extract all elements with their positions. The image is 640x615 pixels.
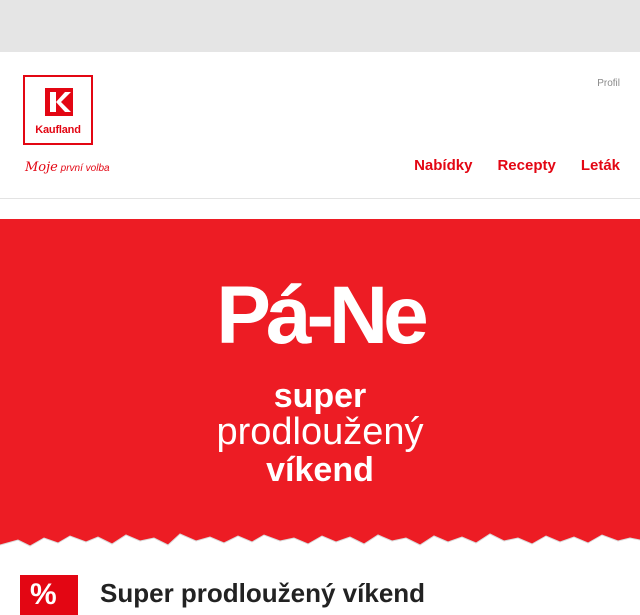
percent-symbol: % [30, 578, 57, 611]
browser-top-strip [0, 0, 640, 52]
logo-wordmark: Kaufland [35, 124, 81, 136]
nav-item-recepty[interactable]: Recepty [497, 157, 555, 174]
torn-paper-edge [0, 533, 640, 559]
main-nav: Nabídky Recepty Leták [414, 157, 620, 174]
site-header: Kaufland Moje první volba Profil Nabídky… [0, 52, 640, 199]
kaufland-k-icon [45, 88, 73, 116]
profile-link[interactable]: Profil [597, 78, 620, 89]
nav-item-nabidky[interactable]: Nabídky [414, 157, 472, 174]
hero-line-prodlouzeny: prodloužený [216, 411, 424, 453]
hero-line-vikend: víkend [266, 451, 374, 489]
brand-tagline: Moje první volba [25, 160, 110, 175]
hero-banner[interactable]: Pá-Ne super prodloužený víkend [0, 219, 640, 549]
nav-item-letak[interactable]: Leták [581, 157, 620, 174]
hero-line-super: super [273, 377, 367, 415]
kaufland-logo[interactable]: Kaufland [23, 75, 93, 145]
percent-badge-icon: % [20, 575, 78, 615]
tagline-script: Moje [25, 160, 58, 175]
hero-title: Pá-Ne [216, 270, 428, 361]
section-title: Super prodloužený víkend [100, 578, 426, 608]
tagline-rest: první volba [60, 163, 110, 174]
